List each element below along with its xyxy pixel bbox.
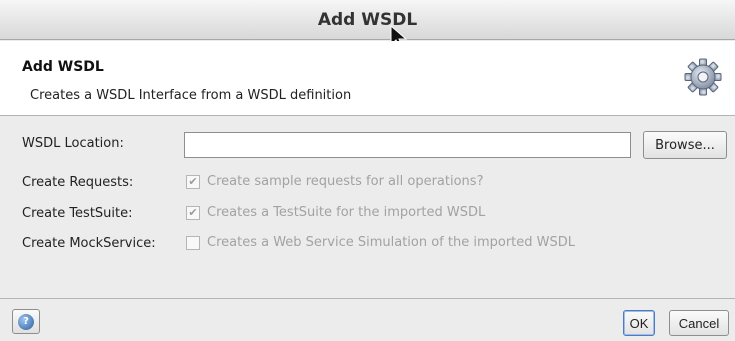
create-requests-option[interactable]: ✔ Create sample requests for all operati… — [186, 174, 483, 189]
dialog-footer: ? OK Cancel — [0, 298, 735, 341]
dialog-header: Add WSDL Creates a WSDL Interface from a… — [0, 41, 735, 116]
cancel-button[interactable]: Cancel — [669, 310, 729, 336]
create-requests-text: Create sample requests for all operation… — [207, 174, 484, 189]
gear-icon — [684, 58, 722, 96]
create-mockservice-label: Create MockService: — [22, 236, 156, 251]
browse-button[interactable]: Browse... — [643, 131, 727, 159]
create-mockservice-text: Creates a Web Service Simulation of the … — [207, 235, 576, 250]
create-mockservice-checkbox[interactable] — [186, 235, 200, 250]
help-button[interactable]: ? — [12, 309, 40, 334]
wsdl-location-input[interactable] — [184, 132, 631, 158]
create-requests-label: Create Requests: — [22, 175, 134, 190]
header-title: Add WSDL — [22, 59, 104, 75]
wsdl-location-label: WSDL Location: — [22, 136, 124, 151]
create-testsuite-checkbox[interactable]: ✔ — [186, 205, 200, 220]
create-testsuite-option[interactable]: ✔ Creates a TestSuite for the imported W… — [186, 205, 485, 220]
create-mockservice-option[interactable]: Creates a Web Service Simulation of the … — [186, 235, 575, 250]
create-testsuite-label: Create TestSuite: — [22, 206, 133, 221]
header-description: Creates a WSDL Interface from a WSDL def… — [30, 88, 352, 103]
ok-button[interactable]: OK — [623, 310, 655, 336]
title-bar[interactable]: Add WSDL — [0, 0, 735, 40]
create-testsuite-text: Creates a TestSuite for the imported WSD… — [207, 205, 486, 220]
create-requests-checkbox[interactable]: ✔ — [186, 174, 200, 189]
help-icon: ? — [18, 313, 34, 330]
